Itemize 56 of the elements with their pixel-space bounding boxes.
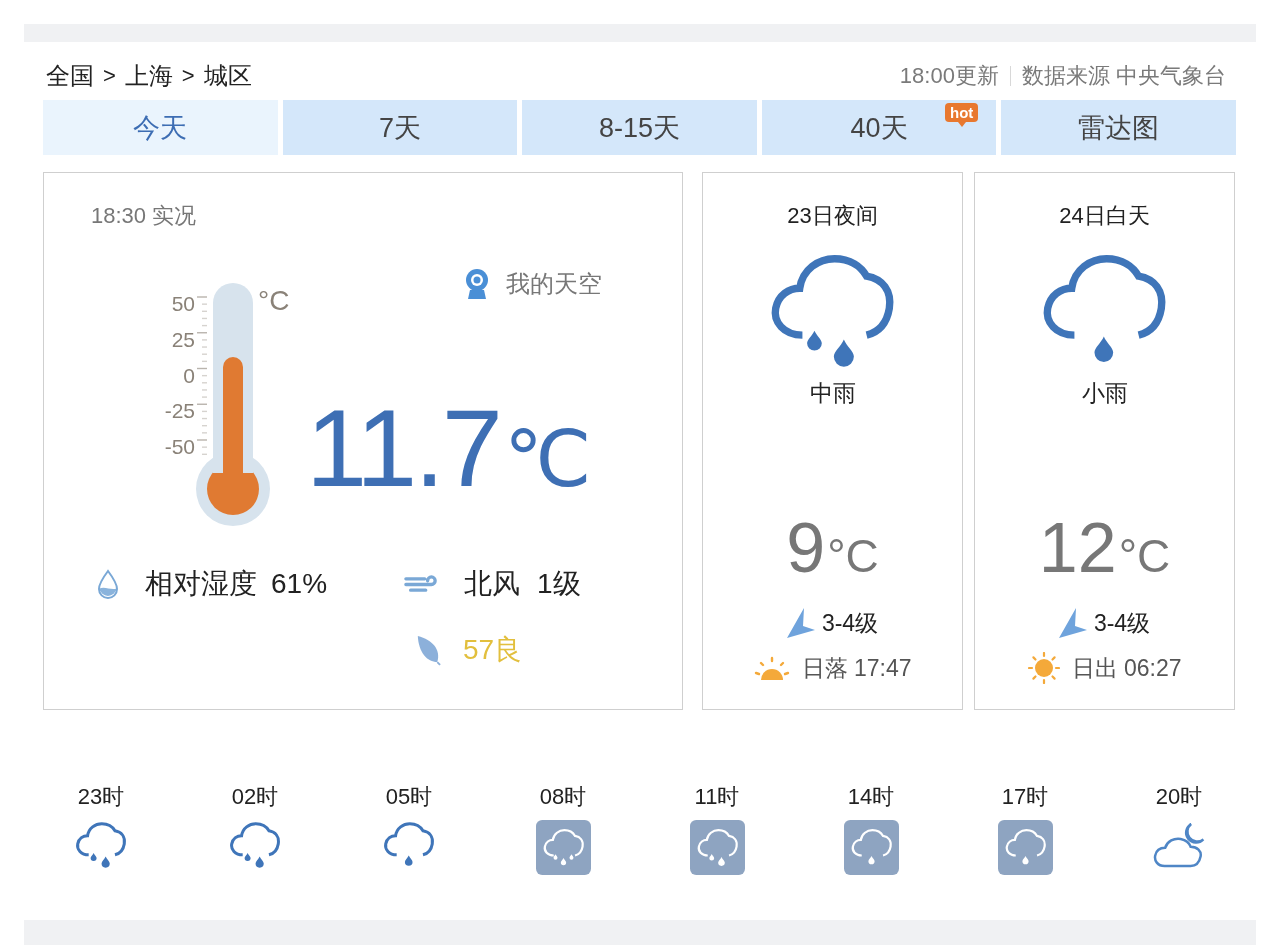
- water-drop-icon: [97, 569, 119, 599]
- sun-time: 日出 06:27: [1071, 653, 1182, 683]
- hour-label: 02时: [231, 783, 279, 811]
- forecast-title: 23日夜间: [787, 202, 878, 230]
- scale-unit: °C: [258, 286, 290, 316]
- hour-label: 08时: [539, 783, 587, 811]
- hour-label: 23时: [77, 783, 125, 811]
- scale-label: -25: [163, 398, 195, 425]
- scale-label: -50: [163, 434, 195, 460]
- wind-arrow-icon: [786, 608, 815, 638]
- forecast-temperature: 9: [786, 513, 826, 583]
- hour-label: 20时: [1155, 783, 1203, 811]
- hour-label: 05时: [385, 783, 433, 811]
- scale-label: 50: [170, 291, 195, 317]
- tab[interactable]: 雷达图: [1001, 100, 1236, 155]
- sun-time: 日落 17:47: [801, 653, 912, 683]
- breadcrumb-separator: >: [181, 63, 195, 89]
- temperature-unit: °C: [1118, 529, 1171, 584]
- wind-force: 3-4级: [821, 608, 879, 638]
- wind-arrow-icon: [1058, 608, 1087, 638]
- leaf-icon: [415, 634, 441, 666]
- wind-force: 3-4级: [1093, 608, 1151, 638]
- scale-label: 0: [182, 362, 195, 389]
- humidity-value: 61%: [271, 568, 328, 600]
- wind-direction: 北风: [464, 567, 520, 601]
- update-time: 18:00更新: [899, 62, 999, 90]
- scale-ticks-icon: [197, 296, 207, 456]
- wind-force: 1级: [537, 567, 581, 601]
- rain-cloud-icon: [769, 252, 896, 370]
- humidity-label: 相对湿度: [145, 567, 257, 601]
- hour-label: 17时: [1001, 783, 1049, 811]
- scale-label: 25: [170, 326, 195, 353]
- hour-label: 14时: [847, 783, 895, 811]
- hour-label: 11时: [694, 783, 740, 811]
- weather-condition: 小雨: [1081, 379, 1128, 407]
- tab[interactable]: 8-15天: [522, 100, 757, 155]
- sun-icon: [1027, 652, 1060, 684]
- my-sky-link[interactable]: 我的天空: [465, 268, 602, 300]
- data-source: 数据来源 中央气象台: [1021, 62, 1226, 90]
- temperature-unit: °C: [827, 529, 879, 584]
- breadcrumb-separator: >: [103, 63, 116, 89]
- forecast-temperature: 12: [1038, 513, 1117, 583]
- sunset-icon: [753, 656, 790, 680]
- observation-time: 18:30 实况: [91, 202, 197, 230]
- tab[interactable]: 7天: [282, 100, 518, 155]
- breadcrumb-link[interactable]: 上海: [124, 60, 173, 92]
- temperature-value: 11.7: [306, 393, 500, 503]
- forecast-title: 24日白天: [1059, 202, 1150, 230]
- temperature-unit: ℃: [503, 414, 592, 505]
- air-quality-value: 57良: [463, 633, 523, 667]
- weather-condition: 中雨: [809, 379, 856, 407]
- tab[interactable]: 今天: [43, 100, 278, 155]
- tab[interactable]: 40天 hot: [761, 100, 997, 155]
- breadcrumb-link[interactable]: 全国: [46, 60, 94, 92]
- breadcrumb-link[interactable]: 城区: [203, 60, 252, 92]
- webcam-icon: [465, 269, 489, 299]
